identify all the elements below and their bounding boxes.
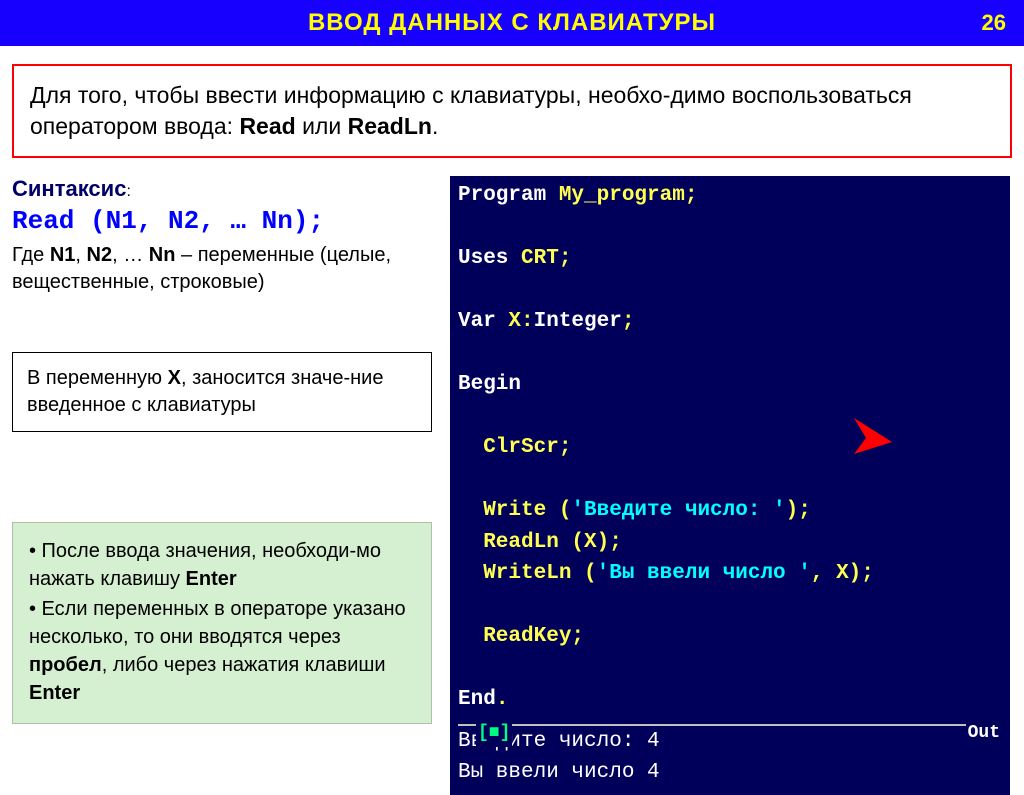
code-panel: Program My_program; Uses CRT; Var X:Inte… bbox=[450, 176, 1010, 795]
note-bullet-2: • Если переменных в операторе указано не… bbox=[29, 595, 415, 707]
output-line-2: Вы ввели число 4 bbox=[458, 757, 1002, 789]
arrow-icon bbox=[852, 416, 896, 460]
syntax-block: Синтаксис: Read (N1, N2, … Nn); Где N1, … bbox=[12, 176, 432, 296]
output-line-1: Введите число: 4 bbox=[458, 726, 1002, 758]
syntax-code: Read (N1, N2, … Nn); bbox=[12, 206, 432, 236]
syntax-label: Синтаксис bbox=[12, 176, 126, 201]
intro-box: Для того, чтобы ввести информацию с клав… bbox=[12, 64, 1012, 158]
slide-header: ВВОД ДАННЫХ С КЛАВИАТУРЫ 26 bbox=[0, 0, 1024, 46]
variable-note-box: В переменную X, заносится значе-ние введ… bbox=[12, 352, 432, 432]
syntax-description: Где N1, N2, … Nn – переменные (целые, ве… bbox=[12, 242, 432, 296]
right-column: Program My_program; Uses CRT; Var X:Inte… bbox=[450, 176, 1012, 795]
left-column: Синтаксис: Read (N1, N2, … Nn); Где N1, … bbox=[12, 176, 432, 795]
intro-period: . bbox=[432, 113, 438, 139]
note-bullet-1: • После ввода значения, необходи-мо нажа… bbox=[29, 537, 415, 593]
keyword-readln: ReadLn bbox=[348, 113, 432, 139]
intro-or: или bbox=[296, 113, 348, 139]
intro-text: Для того, чтобы ввести информацию с клав… bbox=[30, 82, 912, 139]
slide-number: 26 bbox=[982, 10, 1006, 36]
keyword-read: Read bbox=[239, 113, 295, 139]
output-divider: [■] Out bbox=[458, 724, 1002, 726]
notes-box: • После ввода значения, необходи-мо нажа… bbox=[12, 522, 432, 724]
syntax-colon: : bbox=[126, 183, 130, 200]
slide-title: ВВОД ДАННЫХ С КЛАВИАТУРЫ bbox=[308, 9, 716, 37]
